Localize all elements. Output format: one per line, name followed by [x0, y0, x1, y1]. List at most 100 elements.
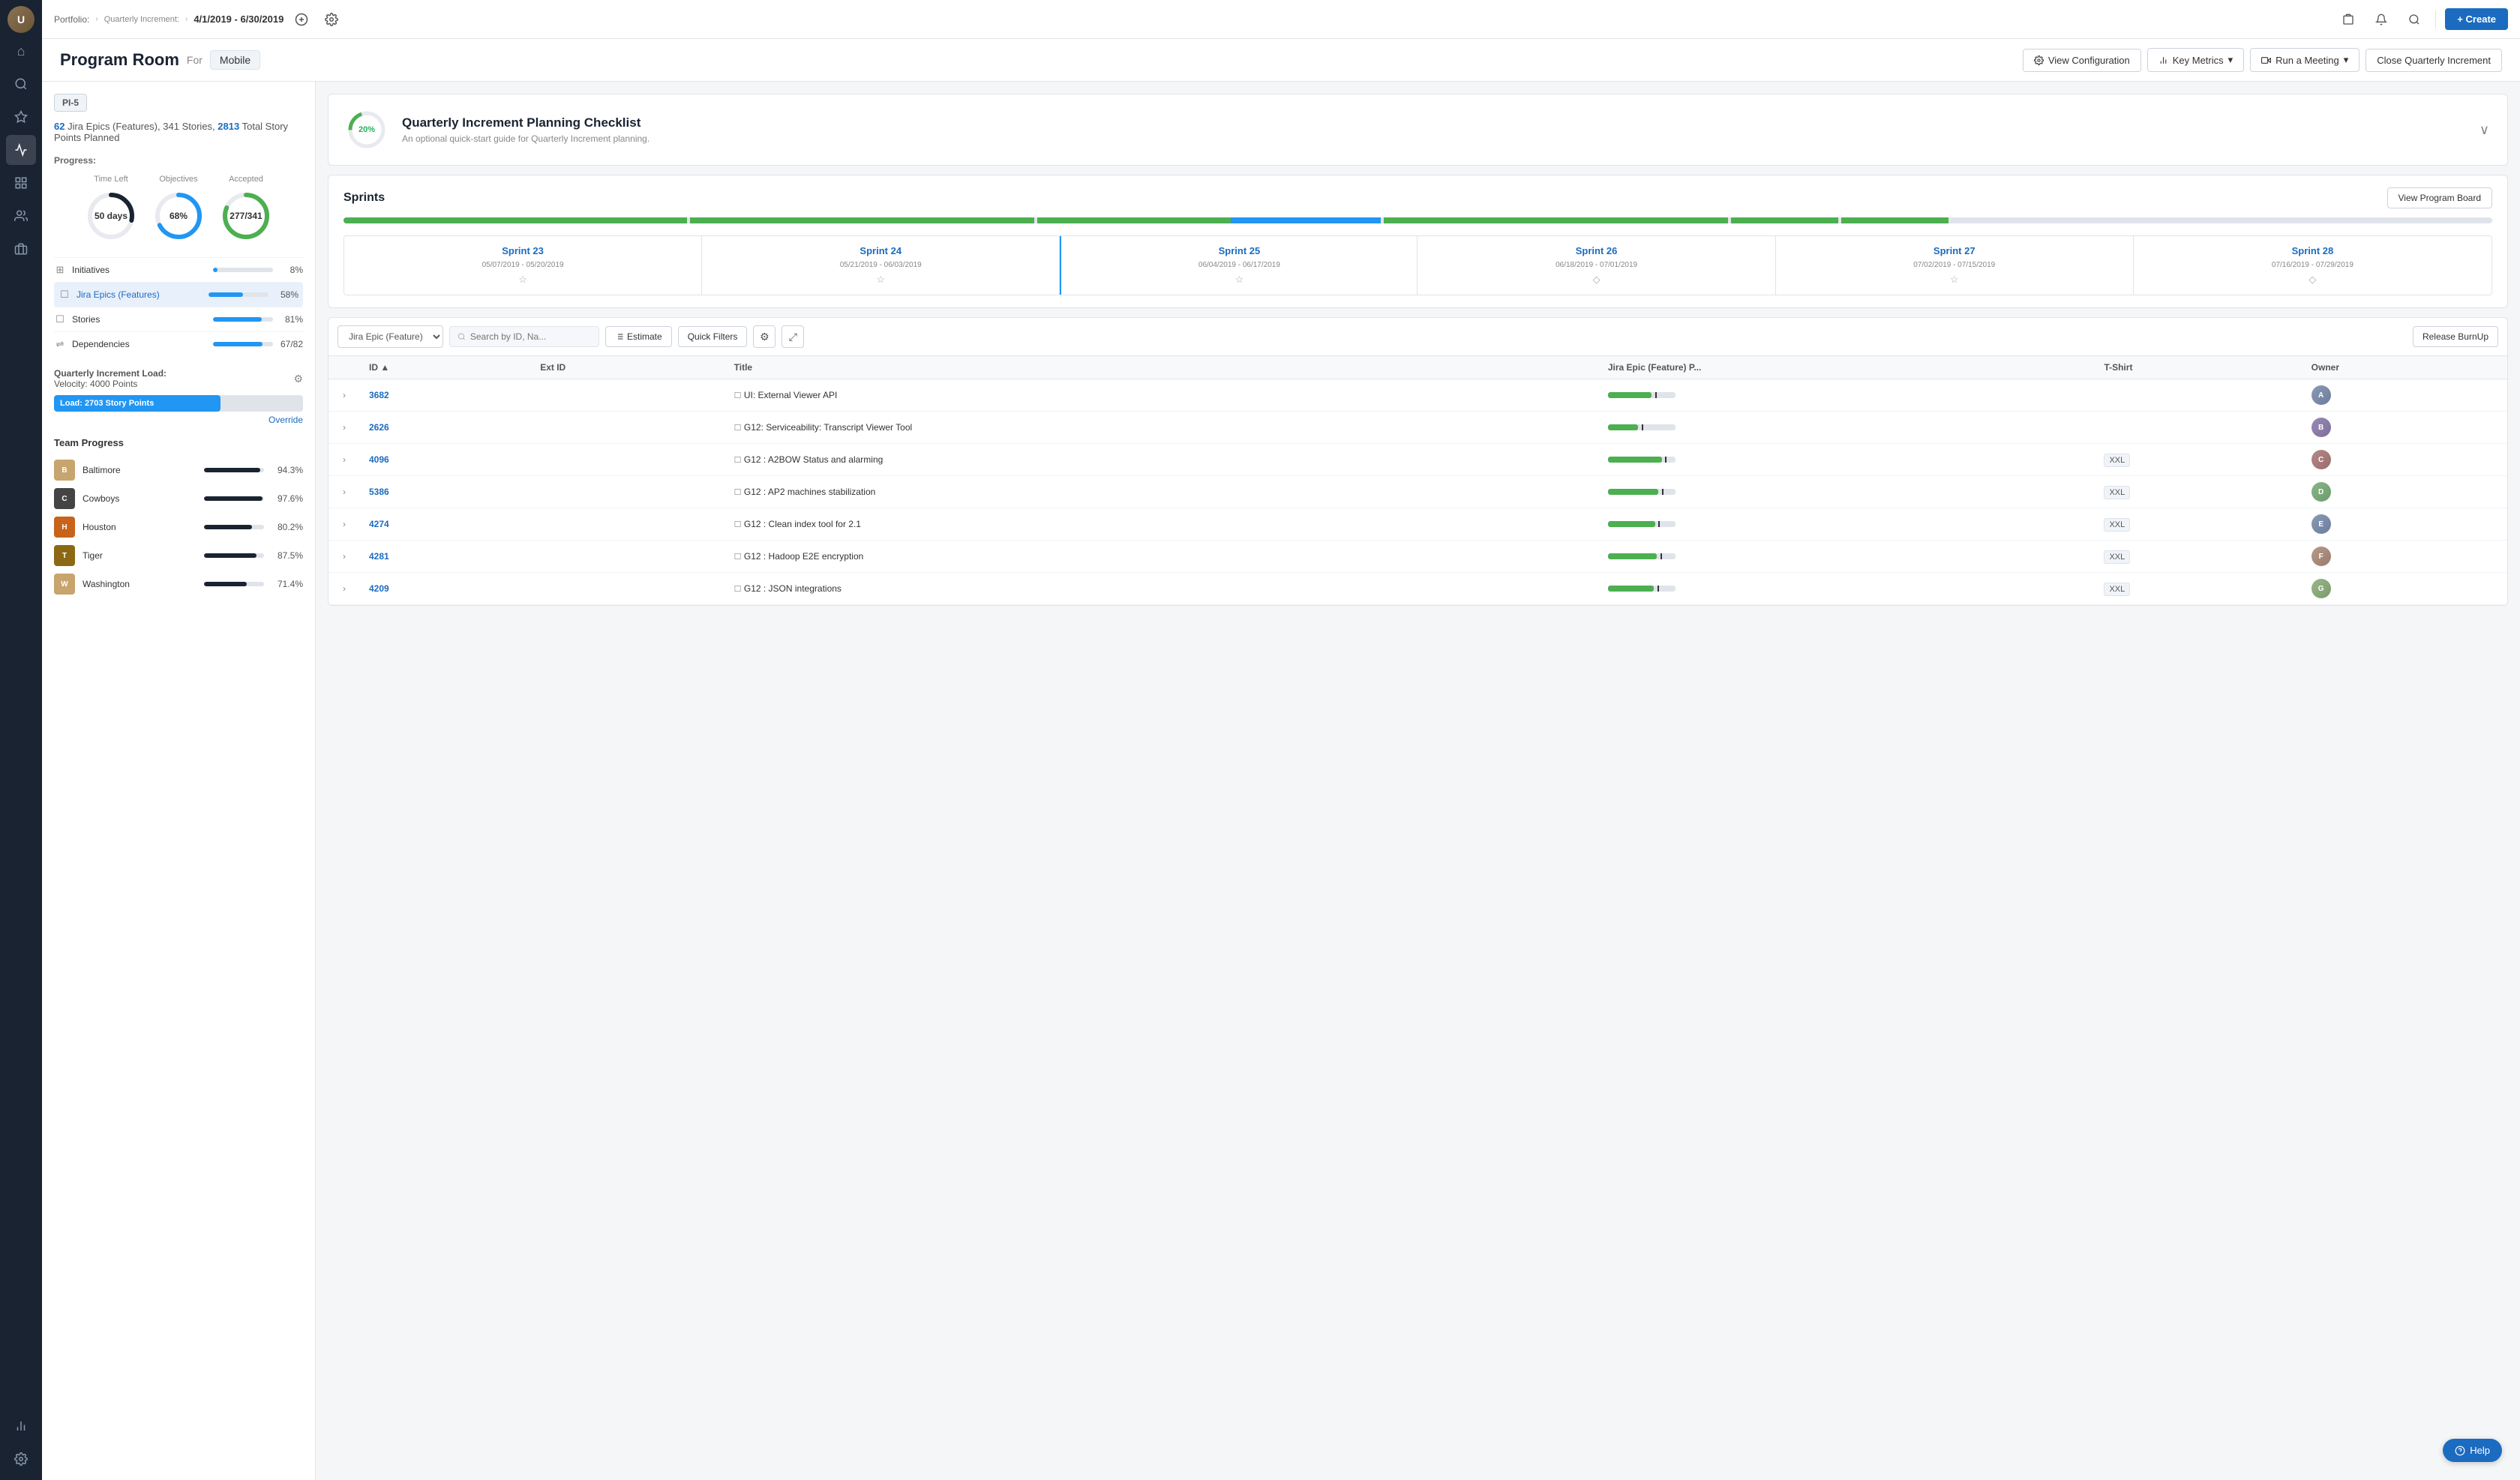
- th-title[interactable]: Title: [725, 356, 1599, 379]
- table-search-input[interactable]: [470, 331, 591, 342]
- run-meeting-button[interactable]: Run a Meeting ▾: [2250, 48, 2360, 72]
- progress-marker-4209: [1658, 586, 1659, 592]
- tiger-name: Tiger: [82, 550, 196, 561]
- sidebar-icon-favorites[interactable]: [6, 102, 36, 132]
- key-metrics-button[interactable]: Key Metrics ▾: [2147, 48, 2244, 72]
- clipboard-icon-btn[interactable]: [2336, 7, 2360, 31]
- jira-epic-filter[interactable]: Jira Epic (Feature): [338, 325, 443, 348]
- id-2626[interactable]: 2626: [369, 422, 389, 433]
- owner-cell-4096: C: [2302, 444, 2507, 476]
- for-label: For: [187, 54, 202, 66]
- epics-pct: 58%: [274, 289, 298, 300]
- dependencies-row: ⇌ Dependencies 67/82: [54, 331, 303, 356]
- id-3682[interactable]: 3682: [369, 390, 389, 400]
- sprint-27-star-icon[interactable]: ☆: [1950, 274, 1959, 286]
- id-4209[interactable]: 4209: [369, 583, 389, 594]
- title-cell: ☐ UI: External Viewer API: [725, 379, 1599, 412]
- id-5386[interactable]: 5386: [369, 487, 389, 497]
- dependencies-pct: 67/82: [279, 339, 303, 349]
- houston-avatar: H: [54, 517, 75, 538]
- release-burnup-button[interactable]: Release BurnUp: [2413, 326, 2498, 347]
- checklist-card: 20% Quarterly Increment Planning Checkli…: [328, 94, 2508, 166]
- create-button[interactable]: + Create: [2445, 8, 2508, 30]
- owner-cell-4209: G: [2302, 573, 2507, 605]
- ext-id-2626: [531, 412, 724, 444]
- view-program-board-button[interactable]: View Program Board: [2387, 187, 2493, 208]
- top-nav: Portfolio: › Quarterly Increment: › 4/1/…: [42, 0, 2520, 39]
- gear-icon-btn[interactable]: [320, 7, 344, 31]
- baltimore-bar: [204, 468, 260, 472]
- table-row: › 4274 ☐ G12 : Clean index tool for 2.1 …: [328, 508, 2507, 541]
- add-icon-btn[interactable]: [290, 7, 314, 31]
- time-left-label: Time Left: [94, 175, 128, 184]
- checklist-expand-icon[interactable]: ∨: [2480, 122, 2489, 138]
- owner-cell-2626: B: [2302, 412, 2507, 444]
- sprint-28-diamond-icon[interactable]: ◇: [2308, 274, 2316, 286]
- bell-icon-btn[interactable]: [2369, 7, 2393, 31]
- qi-load-section: Quarterly Increment Load: Velocity: 4000…: [54, 368, 303, 425]
- sidebar-icon-chart[interactable]: [6, 135, 36, 165]
- row-expand-3682[interactable]: ›: [338, 388, 351, 402]
- table-card: Jira Epic (Feature) Estimate Quick Filte…: [328, 317, 2508, 606]
- sidebar-icon-users[interactable]: [6, 201, 36, 231]
- table-row: › 4281 ☐ G12 : Hadoop E2E encryption XXL: [328, 541, 2507, 573]
- row-expand-5386[interactable]: ›: [338, 485, 351, 499]
- epics-row: ☐ Jira Epics (Features) 58%: [54, 282, 303, 307]
- table-expand-icon[interactable]: ⤢: [782, 325, 804, 348]
- sprint-23-dates: 05/07/2019 - 05/20/2019: [482, 261, 564, 269]
- row-expand-4281[interactable]: ›: [338, 550, 351, 563]
- owner-cell-5386: D: [2302, 476, 2507, 508]
- sidebar-icon-team[interactable]: [6, 234, 36, 264]
- th-ext-id[interactable]: Ext ID: [531, 356, 724, 379]
- story-icon: ☐: [734, 424, 742, 433]
- row-expand-4209[interactable]: ›: [338, 582, 351, 595]
- progress-marker-3682: [1655, 392, 1657, 398]
- sidebar-icon-settings[interactable]: [6, 1444, 36, 1474]
- cowboys-name: Cowboys: [82, 493, 196, 504]
- sprint-27-name: Sprint 27: [1934, 245, 1976, 256]
- th-tshirt[interactable]: T-Shirt: [2095, 356, 2302, 379]
- view-configuration-button[interactable]: View Configuration: [2023, 49, 2141, 72]
- close-qi-button[interactable]: Close Quarterly Increment: [2366, 49, 2502, 72]
- sprints-header: Sprints View Program Board: [344, 187, 2492, 208]
- estimate-button[interactable]: Estimate: [605, 326, 672, 347]
- sprint-23-star-icon[interactable]: ☆: [518, 274, 527, 286]
- cowboys-bar-wrap: [204, 496, 264, 501]
- id-4274[interactable]: 4274: [369, 519, 389, 529]
- sprint-24-star-icon[interactable]: ☆: [876, 274, 885, 286]
- override-link[interactable]: Override: [54, 415, 303, 425]
- row-expand-4096[interactable]: ›: [338, 453, 351, 466]
- th-progress[interactable]: Jira Epic (Feature) P...: [1599, 356, 2096, 379]
- epics-bar-wrap: [208, 292, 268, 297]
- id-4281[interactable]: 4281: [369, 551, 389, 562]
- sidebar-icon-report[interactable]: [6, 1411, 36, 1441]
- sidebar-icon-home[interactable]: ⌂: [6, 36, 36, 66]
- qi-load-title: Quarterly Increment Load:: [54, 368, 166, 379]
- qi-load-gear-icon[interactable]: ⚙: [293, 373, 303, 385]
- portfolio-label: Portfolio:: [54, 14, 89, 25]
- tshirt-cell-4281: XXL: [2095, 541, 2302, 573]
- table-settings-icon[interactable]: ⚙: [753, 325, 776, 348]
- row-expand-2626[interactable]: ›: [338, 421, 351, 434]
- team-row-baltimore: B Baltimore 94.3%: [54, 456, 303, 484]
- accepted-label: Accepted: [229, 175, 263, 184]
- sidebar-icon-org[interactable]: [6, 168, 36, 198]
- sidebar-icon-search[interactable]: [6, 69, 36, 99]
- sprint-26-diamond-icon[interactable]: ◇: [1593, 274, 1600, 286]
- search-icon-btn[interactable]: [2402, 7, 2426, 31]
- th-owner[interactable]: Owner: [2302, 356, 2507, 379]
- id-4096[interactable]: 4096: [369, 454, 389, 465]
- row-expand-4274[interactable]: ›: [338, 517, 351, 531]
- help-button[interactable]: Help: [2443, 1439, 2502, 1462]
- washington-bar: [204, 582, 247, 586]
- progress-bar-5386: [1608, 489, 1676, 495]
- table-row: › 2626 ☐ G12: Serviceability: Transcript…: [328, 412, 2507, 444]
- baltimore-name: Baltimore: [82, 465, 196, 475]
- user-avatar[interactable]: U: [8, 6, 34, 33]
- epics-bar: [208, 292, 243, 297]
- sprint-25-star-icon[interactable]: ☆: [1235, 274, 1244, 286]
- team-progress-list: B Baltimore 94.3% C Cowboys 97.6% H Hous…: [54, 456, 303, 598]
- sprint-23-name: Sprint 23: [502, 245, 544, 256]
- quick-filters-button[interactable]: Quick Filters: [678, 326, 748, 347]
- th-id[interactable]: ID ▲: [360, 356, 531, 379]
